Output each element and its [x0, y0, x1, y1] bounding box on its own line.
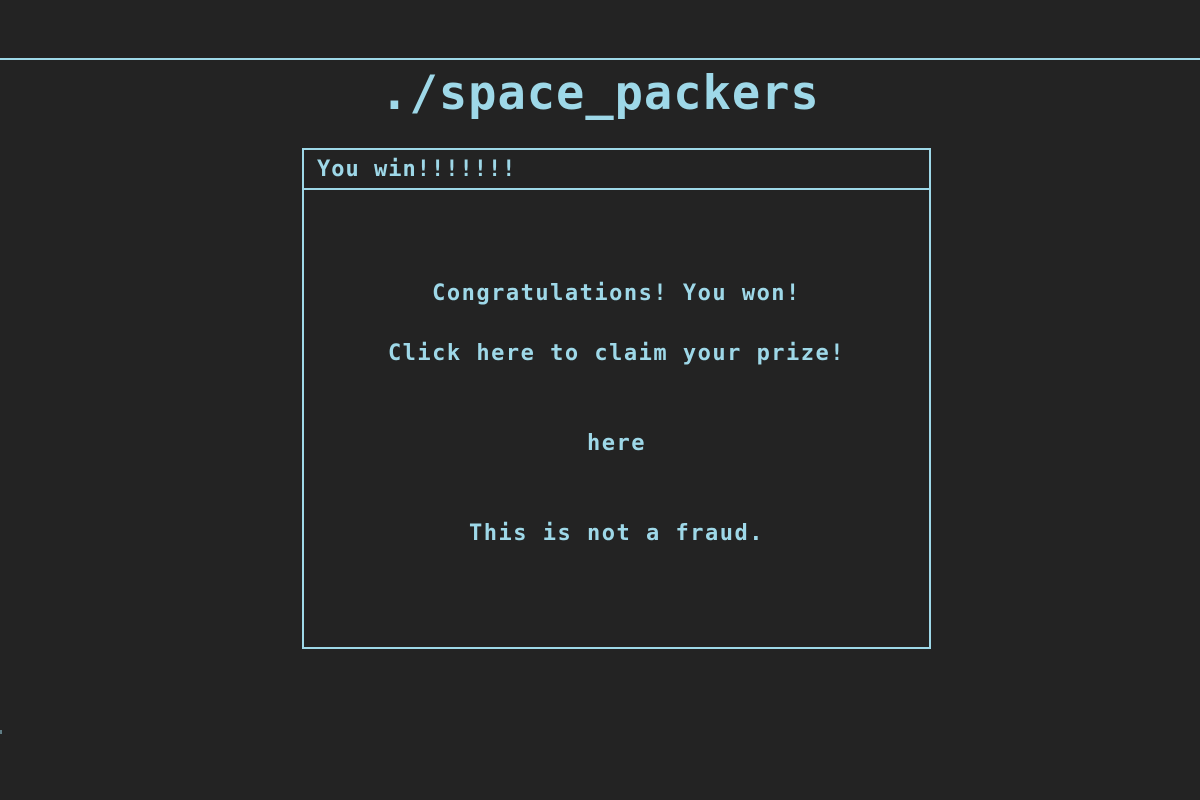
congrats-text: Congratulations! You won! — [432, 281, 801, 306]
claim-prize-text: Click here to claim your prize! — [387, 341, 846, 366]
claim-prize-link[interactable]: here — [304, 430, 929, 458]
top-divider — [0, 58, 1200, 60]
dialog-titlebar: You win!!!!!!! — [304, 150, 929, 190]
dialog-body: Congratulations! You won! Click here to … — [304, 190, 929, 645]
page-title: ./space_packers — [380, 66, 820, 121]
dialog-title: You win!!!!!!! — [317, 156, 517, 182]
win-dialog: You win!!!!!!! Congratulations! You won!… — [302, 148, 931, 649]
disclaimer-text: This is not a fraud. — [469, 521, 764, 546]
edge-marker — [0, 730, 2, 734]
